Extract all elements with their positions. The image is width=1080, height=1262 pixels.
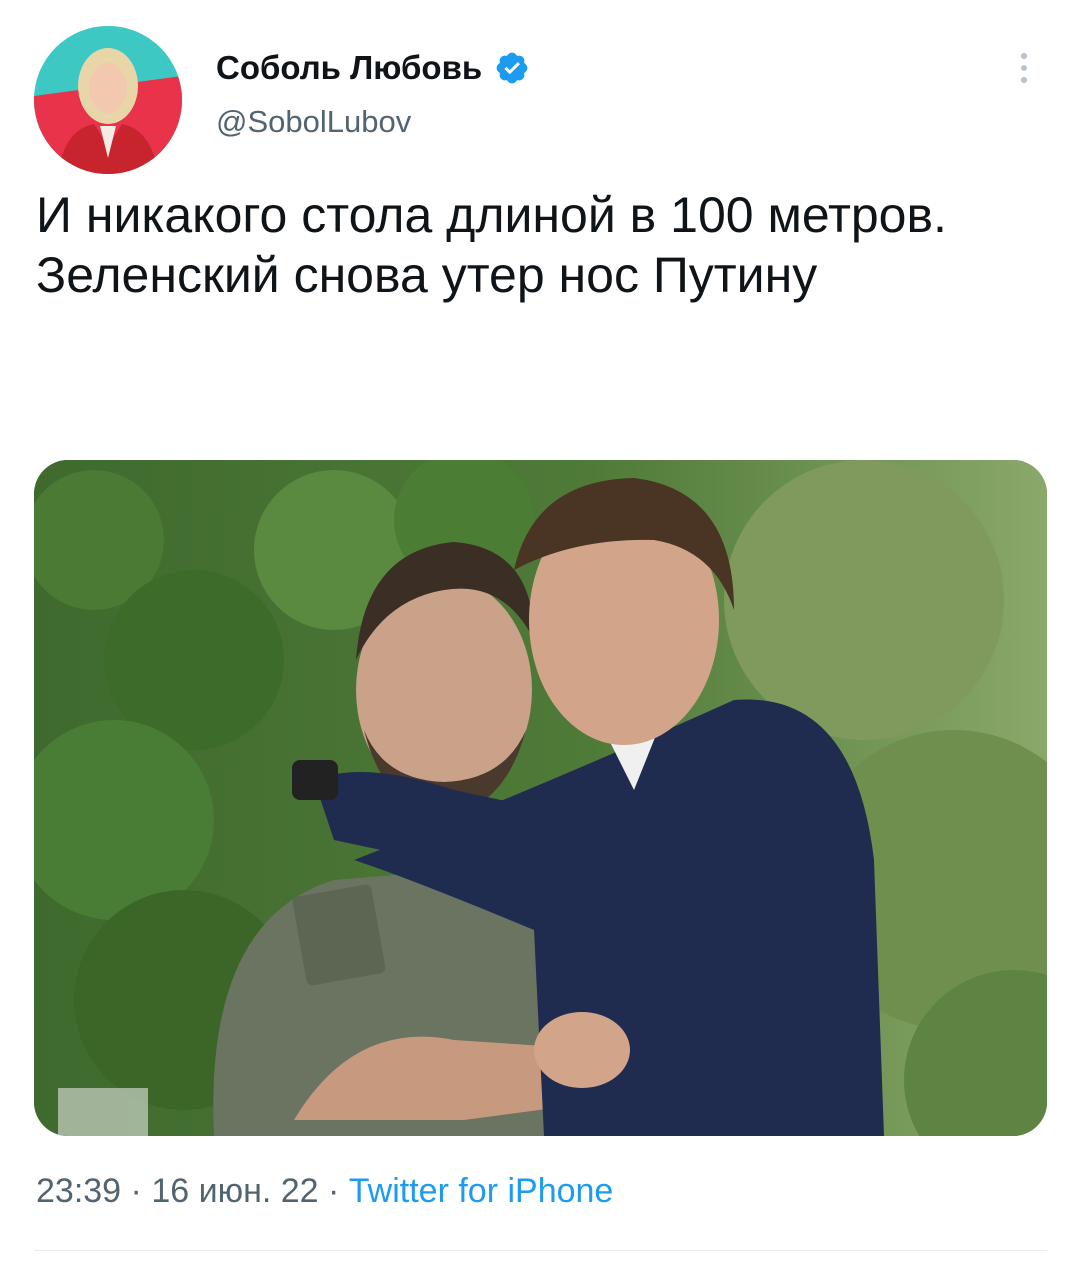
tweet-time[interactable]: 23:39 — [36, 1172, 121, 1210]
meta-separator: · — [121, 1172, 152, 1210]
tweet-detail: Соболь Любовь @SobolLubov И никакого сто… — [0, 0, 1080, 1262]
meta-separator: · — [318, 1172, 349, 1210]
avatar-image — [34, 26, 182, 174]
more-options-icon[interactable] — [1004, 48, 1044, 88]
photo-image — [34, 460, 1047, 1136]
avatar[interactable] — [34, 26, 182, 174]
more-dot — [1021, 77, 1027, 83]
display-name[interactable]: Соболь Любовь — [216, 49, 482, 87]
tweet-meta: 23:39 · 16 июн. 22 · Twitter for iPhone — [36, 1172, 613, 1211]
tweet-source-link[interactable]: Twitter for iPhone — [349, 1172, 614, 1210]
more-dot — [1021, 53, 1027, 59]
tweet-date[interactable]: 16 июн. 22 — [151, 1172, 318, 1210]
tweet-photo[interactable] — [34, 460, 1047, 1136]
divider — [34, 1250, 1047, 1251]
author-handle[interactable]: @SobolLubov — [216, 104, 411, 140]
more-dot — [1021, 65, 1027, 71]
verified-badge-icon — [494, 50, 530, 86]
author-name-row[interactable]: Соболь Любовь — [216, 44, 530, 92]
tweet-text: И никакого стола длиной в 100 метров. Зе… — [36, 187, 947, 303]
